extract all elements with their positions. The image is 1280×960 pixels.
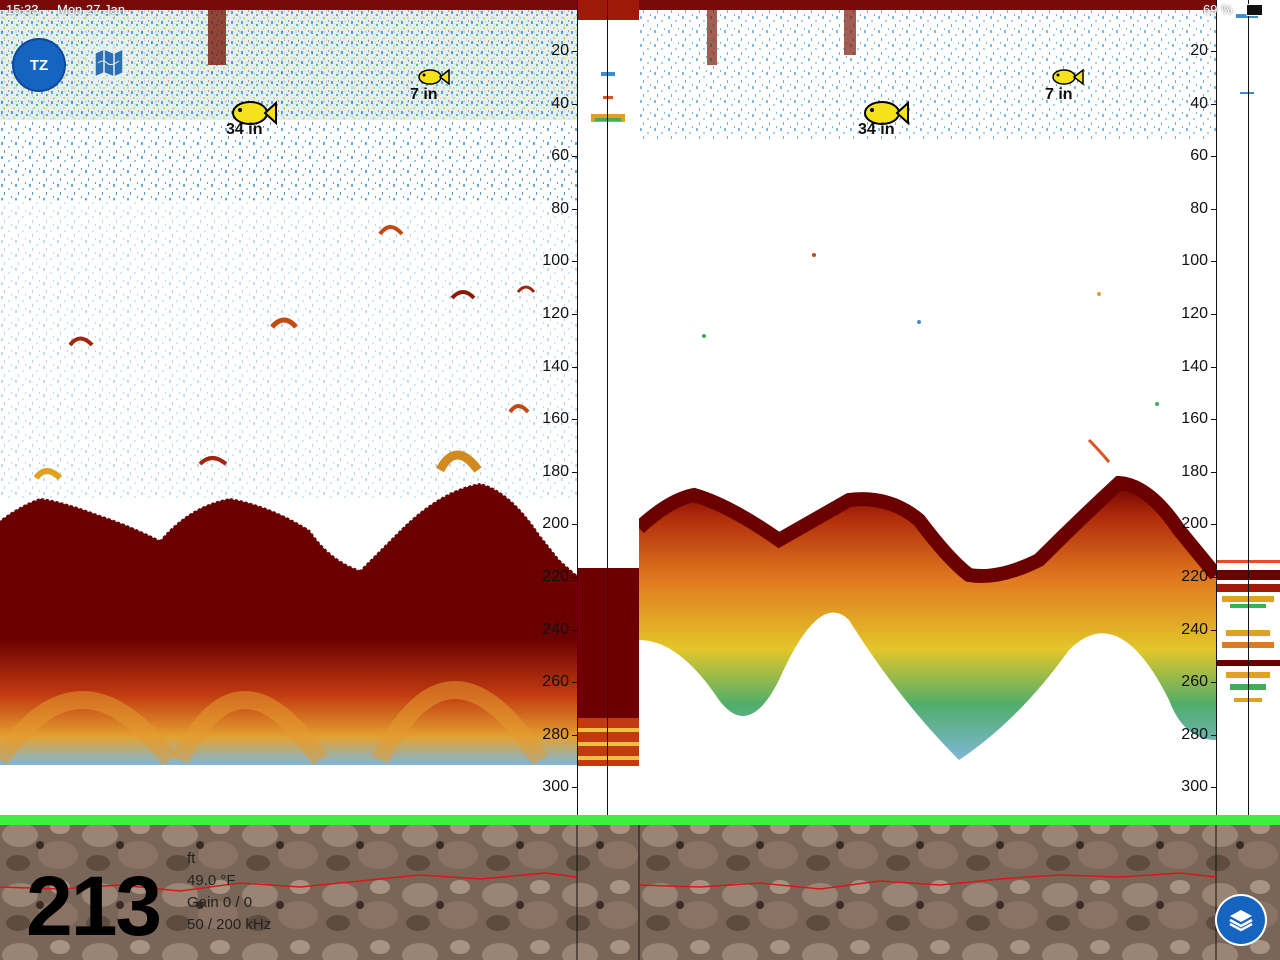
pane-divider [577, 0, 578, 815]
gain-readout: Gain 0 / 0 [187, 894, 253, 911]
chart-view-button[interactable] [86, 40, 132, 86]
depth-readout: 213 [26, 859, 162, 953]
depth-tick-label: 220 [1181, 568, 1208, 585]
depth-tick-label: 200 [542, 515, 569, 533]
depth-tick-label: 120 [542, 305, 569, 322]
depth-tick-label: 60 [551, 147, 569, 165]
depth-tick-label: 260 [1181, 673, 1208, 691]
depth-tick-label: 180 [542, 462, 569, 480]
left-depth-scale: 20 40 60 80 100 120 140 160 180 200 220 240 260 280 30… [537, 0, 577, 815]
right-echogram [639, 0, 1216, 815]
fish-size-label: 34 in [226, 121, 263, 138]
pane-divider [1216, 0, 1217, 815]
layers-button[interactable] [1217, 896, 1265, 944]
frequency-readout: 50 / 200 kHz [187, 916, 272, 933]
depth-tick-label: 280 [542, 725, 569, 743]
right-depth-scale: 20 40 60 80 100 120 140 160 180 200 220 240 260 280 30… [1176, 0, 1216, 815]
left-echogram [0, 0, 577, 815]
depth-tick-label: 280 [1181, 725, 1208, 743]
depth-tick-label: 120 [1181, 305, 1208, 322]
layers-icon [1229, 910, 1253, 932]
depth-tick-label: 300 [1181, 778, 1208, 796]
left-ascope [577, 0, 639, 815]
fish-size-label: 7 in [1045, 86, 1073, 103]
depth-tick-label: 20 [551, 42, 569, 59]
depth-tick-label: 140 [542, 357, 569, 375]
tz-label: TZ [29, 56, 49, 74]
water-temperature: 49.0 °F [187, 872, 236, 889]
depth-tick-label: 40 [551, 94, 569, 112]
status-battery: 69 % [1203, 2, 1233, 17]
status-time: 15:33 [6, 2, 39, 17]
map-icon [94, 47, 124, 79]
depth-unit: ft [187, 850, 196, 867]
depth-tick-label: 180 [1181, 462, 1208, 480]
depth-tick-label: 240 [542, 620, 569, 638]
depth-tick-label: 40 [1190, 94, 1208, 112]
depth-tick-label: 80 [551, 199, 569, 217]
depth-tick-label: 220 [542, 568, 569, 585]
tz-menu-button[interactable]: TZ [14, 40, 64, 90]
depth-tick-label: 100 [542, 252, 569, 270]
fish-size-label: 34 in [858, 121, 895, 138]
depth-tick-label: 160 [1181, 410, 1208, 428]
depth-tick-label: 100 [1181, 252, 1208, 270]
depth-tick-label: 80 [1190, 199, 1208, 217]
depth-tick-label: 200 [1181, 515, 1208, 533]
right-echogram-pane[interactable] [639, 0, 1216, 815]
depth-tick-label: 140 [1181, 357, 1208, 375]
depth-tick-label: 160 [542, 410, 569, 428]
depth-tick-label: 60 [1190, 147, 1208, 165]
status-date: Mon 27 Jan [57, 2, 125, 17]
battery-icon [1246, 4, 1270, 16]
depth-tick-label: 240 [1181, 620, 1208, 638]
fish-icon-small-right [1052, 68, 1084, 86]
ascope-center-line [607, 0, 608, 815]
depth-tick-label: 300 [542, 778, 569, 796]
fish-icon-small-left [418, 68, 450, 86]
ascope-center-line [1248, 0, 1249, 815]
fish-size-label: 7 in [410, 86, 438, 103]
right-ascope [1216, 0, 1280, 815]
depth-tick-label: 20 [1190, 42, 1208, 59]
depth-tick-label: 260 [542, 673, 569, 691]
left-echogram-pane[interactable] [0, 0, 577, 815]
scroll-timeline-bar [0, 815, 1280, 825]
